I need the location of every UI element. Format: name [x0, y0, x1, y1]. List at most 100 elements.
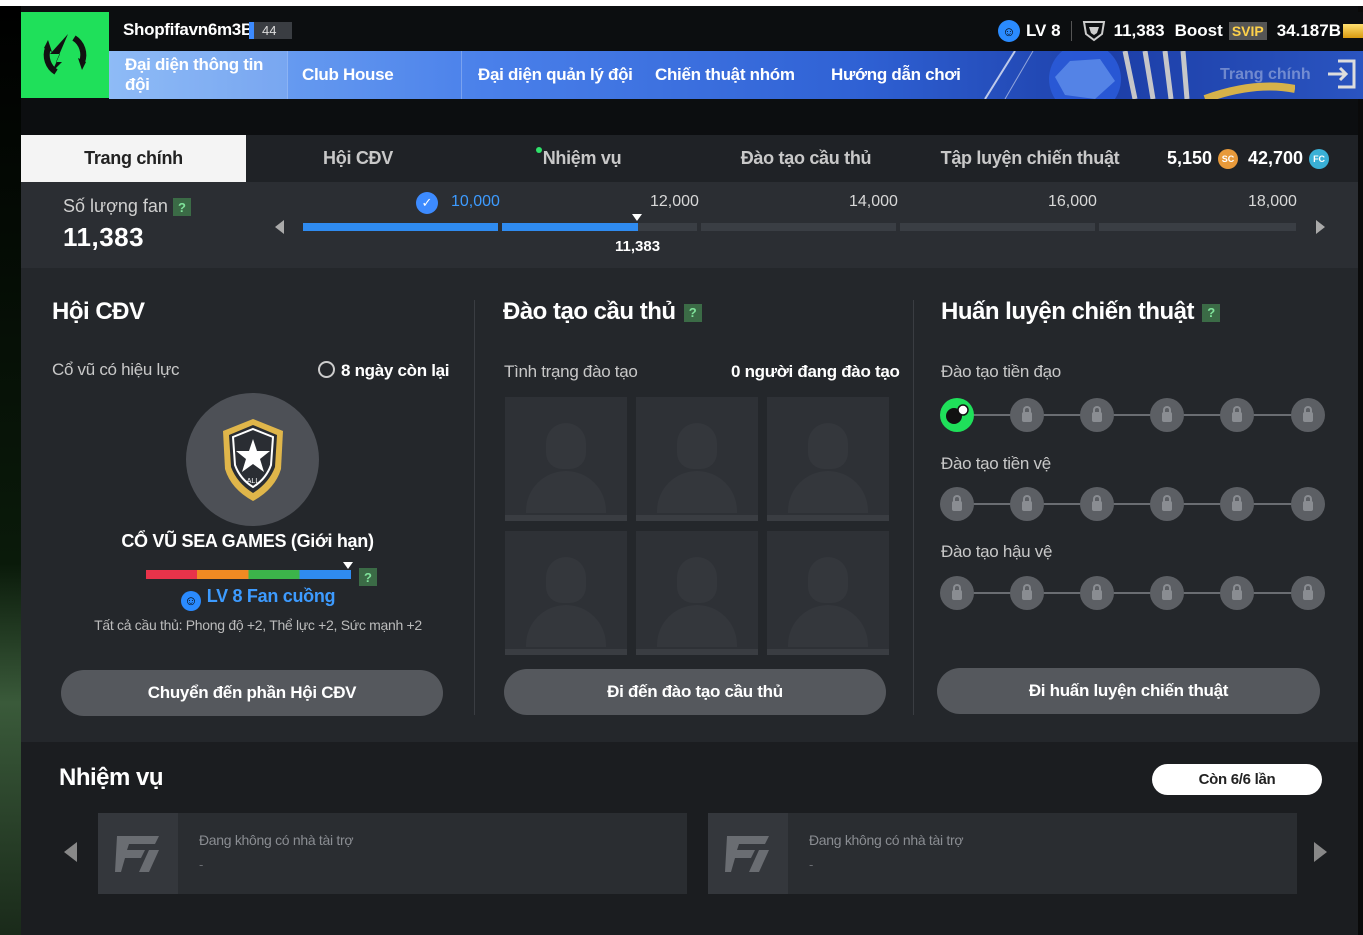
next-arrow-icon[interactable]: [1316, 220, 1325, 234]
mission-text: Đang không có nhà tài trợ: [199, 832, 354, 848]
milestone: 16,000: [1048, 193, 1097, 210]
missions-prev-arrow-icon[interactable]: [64, 842, 77, 862]
badge-text: ALL: [246, 478, 259, 485]
mission-sub: -: [809, 857, 814, 872]
lock-icon: [1092, 495, 1102, 511]
go-to-supporters-button[interactable]: Chuyển đến phần Hội CĐV: [61, 670, 443, 716]
fan-label-text: Số lượng fan: [63, 196, 168, 216]
nav-team-tactics[interactable]: Chiến thuật nhóm: [639, 51, 816, 99]
nav-label: Đại diện quản lý đội: [478, 65, 633, 84]
help-icon[interactable]: ?: [359, 568, 377, 586]
club-logo-button[interactable]: [21, 12, 109, 98]
title-text: Huấn luyện chiến thuật: [941, 298, 1195, 325]
lock-icon: [1022, 495, 1032, 511]
mission-sub: -: [199, 857, 204, 872]
lock-icon: [1162, 584, 1172, 600]
lock-icon: [1232, 495, 1242, 511]
training-slot[interactable]: [636, 531, 758, 655]
progress-segment: [638, 223, 697, 231]
prev-arrow-icon[interactable]: [275, 220, 284, 234]
nav-team-manager[interactable]: Đại diện quản lý đội: [462, 51, 639, 99]
locked-node[interactable]: [1150, 398, 1184, 432]
training-slot[interactable]: [767, 531, 889, 655]
lock-icon: [952, 495, 962, 511]
player-silhouette: [677, 557, 717, 603]
fan-level: ☺ LV 8 Fan cuồng: [21, 586, 495, 611]
fan-smiley-icon: ☺: [180, 590, 201, 611]
go-to-tactical-training-button[interactable]: Đi huấn luyện chiến thuật: [937, 668, 1320, 714]
tab-home[interactable]: Trang chính: [21, 135, 246, 182]
nav-club-house[interactable]: Club House: [288, 51, 461, 99]
player-silhouette: [546, 423, 586, 469]
locked-node[interactable]: [1220, 576, 1254, 610]
buff-description: Tất cả cầu thủ: Phong độ +2, Thể lực +2,…: [94, 617, 422, 633]
fc-logo-icon: [98, 813, 178, 894]
fan-level-text: LV 8 Fan cuồng: [206, 586, 336, 606]
exit-icon[interactable]: [1324, 57, 1358, 91]
svip-badge: SVIP: [1228, 22, 1267, 40]
lock-icon: [1232, 584, 1242, 600]
nav-guide[interactable]: Hướng dẫn chơi: [816, 51, 976, 99]
supporters-title: Hội CĐV: [52, 298, 145, 325]
fan-count-value: 11,383: [63, 222, 145, 252]
tab-tactical-practice[interactable]: Tập luyện chiến thuật: [918, 135, 1142, 182]
tab-label: Đào tạo cầu thủ: [740, 148, 872, 168]
active-cheer-label: Cổ vũ có hiệu lực: [52, 360, 180, 379]
cheer-badge[interactable]: ALL: [186, 393, 319, 526]
player-ball-icon: [946, 404, 969, 424]
mission-card[interactable]: Đang không có nhà tài trợ -: [98, 813, 687, 894]
locked-node[interactable]: [1291, 487, 1325, 521]
locked-node[interactable]: [1080, 398, 1114, 432]
locked-node[interactable]: [1220, 487, 1254, 521]
sea-games-star-badge-icon: ALL: [222, 418, 283, 501]
locked-node[interactable]: [1291, 398, 1325, 432]
progress-current-value: 11,383: [615, 238, 661, 255]
tab-player-training[interactable]: Đào tạo cầu thủ: [694, 135, 918, 182]
locked-node[interactable]: [1080, 576, 1114, 610]
lock-icon: [952, 584, 962, 600]
fc-logo-icon: [708, 813, 788, 894]
unlocked-node[interactable]: [940, 398, 974, 432]
missions-remaining-badge: Còn 6/6 lần: [1152, 764, 1322, 795]
locked-node[interactable]: [940, 576, 974, 610]
locked-node[interactable]: [1080, 487, 1114, 521]
player-silhouette: [526, 605, 606, 647]
gold-coin-icon: [1343, 24, 1363, 38]
divider: [1070, 21, 1072, 41]
help-icon[interactable]: ?: [172, 198, 191, 217]
tab-missions[interactable]: Nhiệm vụ: [470, 135, 694, 182]
help-icon[interactable]: ?: [1202, 303, 1221, 322]
help-icon[interactable]: ?: [683, 303, 702, 322]
mission-card[interactable]: Đang không có nhà tài trợ -: [708, 813, 1297, 894]
player-silhouette: [546, 557, 586, 603]
training-slot[interactable]: [505, 397, 627, 521]
swap-arrows-icon: [43, 34, 87, 75]
player-silhouette: [677, 423, 717, 469]
locked-node[interactable]: [1010, 487, 1044, 521]
training-slot[interactable]: [636, 397, 758, 521]
locked-node[interactable]: [1010, 576, 1044, 610]
tab-supporters[interactable]: Hội CĐV: [246, 135, 470, 182]
nav-team-info[interactable]: Đại diện thông tin đội: [109, 51, 287, 99]
player-silhouette: [808, 557, 848, 603]
nav-label: Club House: [302, 65, 394, 84]
training-slot[interactable]: [505, 531, 627, 655]
locked-node[interactable]: [1291, 576, 1325, 610]
sc-value: 5,150: [1167, 148, 1213, 168]
missions-next-arrow-icon[interactable]: [1314, 842, 1327, 862]
lock-icon: [1022, 406, 1032, 422]
background-right: [1358, 6, 1363, 935]
locked-node[interactable]: [1010, 398, 1044, 432]
slot-footer: [505, 515, 627, 521]
locked-node[interactable]: [940, 487, 974, 521]
training-slot[interactable]: [767, 397, 889, 521]
locked-node[interactable]: [1150, 487, 1184, 521]
locked-node[interactable]: [1150, 576, 1184, 610]
go-to-player-training-button[interactable]: Đi đến đào tạo cầu thủ: [504, 669, 886, 715]
training-status-value: 0 người đang đào tạo: [731, 362, 900, 381]
fan-level-help[interactable]: ?: [359, 568, 377, 586]
locked-node[interactable]: [1220, 398, 1254, 432]
background-pitch-left: [0, 6, 21, 935]
fan-count-header: 11,383: [1113, 21, 1165, 40]
fan-shield-icon: [1082, 21, 1105, 42]
